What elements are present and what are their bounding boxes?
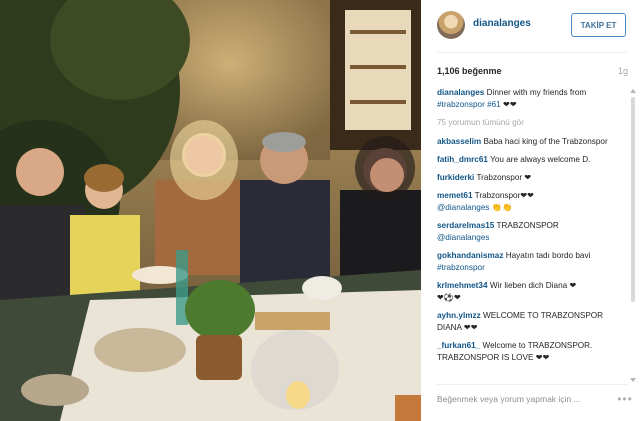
comment-item: fatih_dmrc61 You are always welcome D. <box>437 154 627 166</box>
header-divider <box>437 52 627 53</box>
comment-username[interactable]: akbasselim <box>437 137 481 146</box>
post-header: dianalanges TAKİP ET <box>421 0 640 52</box>
avatar[interactable] <box>437 11 465 39</box>
comment-item: memet61 Trabzonspor❤❤ @dianalanges 👏👏 <box>437 190 627 214</box>
comment-username[interactable]: serdarelmas15 <box>437 221 494 230</box>
author-username[interactable]: dianalanges <box>473 18 531 29</box>
comment-username[interactable]: memet61 <box>437 191 473 200</box>
comment-item: krlmehmet34 Wir lieben dich Diana ❤ ❤⚽❤ <box>437 280 627 304</box>
comment-feed: dianalanges Dinner with my friends from … <box>437 87 627 384</box>
post-sidebar: dianalanges TAKİP ET 1,106 beğenme 1g di… <box>421 0 640 421</box>
post-photo <box>0 0 421 421</box>
footer-divider <box>437 384 627 385</box>
comment-username[interactable]: gokhandanismaz <box>437 251 503 260</box>
comment-item: akbasselim Baba haci king of the Trabzon… <box>437 136 627 148</box>
comment-item: gokhandanismaz Hayatın tadı bordo bavi #… <box>437 250 627 274</box>
comment-text: Trabzonspor ❤ <box>476 173 532 182</box>
caption-hearts: ❤❤ <box>503 100 517 109</box>
scroll-up-icon[interactable] <box>630 89 636 93</box>
caption-username[interactable]: dianalanges <box>437 88 484 97</box>
comment-username[interactable]: _furkan61_ <box>437 341 480 350</box>
comment-mention[interactable]: @dianalanges <box>437 203 489 212</box>
comment-item: _furkan61_ Welcome to TRABZONSPOR. TRABZ… <box>437 340 627 364</box>
comment-hashtag[interactable]: #trabzonspor <box>437 263 485 272</box>
more-options-icon[interactable]: ••• <box>617 390 633 408</box>
comment-username[interactable]: fatih_dmrc61 <box>437 155 488 164</box>
scroll-thumb[interactable] <box>631 97 635 302</box>
caption-text: Dinner with my friends from <box>486 88 587 97</box>
dinner-photo-image <box>0 0 421 421</box>
comment-text: TRABZONSPOR <box>496 221 559 230</box>
comment-username[interactable]: ayhn.ylmzz <box>437 311 481 320</box>
comment-text: Hayatın tadı bordo bavi <box>505 251 591 260</box>
comment-extra: ❤⚽❤ <box>437 293 461 302</box>
comment-extra: 👏👏 <box>491 203 513 212</box>
comment-item: serdarelmas15 TRABZONSPOR @dianalanges <box>437 220 627 244</box>
post-age[interactable]: 1g <box>618 66 628 76</box>
comment-input[interactable]: Beğenmek veya yorum yapmak için ... <box>437 390 617 408</box>
comment-item: furkiderki Trabzonspor ❤ <box>437 172 627 184</box>
comment-scrollbar[interactable] <box>630 87 636 384</box>
comment-username[interactable]: furkiderki <box>437 173 474 182</box>
caption: dianalanges Dinner with my friends from … <box>437 87 627 111</box>
comment-text: Baba haci king of the Trabzonspor <box>483 137 608 146</box>
scroll-down-icon[interactable] <box>630 378 636 382</box>
comment-mention[interactable]: @dianalanges <box>437 233 489 242</box>
comment-username[interactable]: krlmehmet34 <box>437 281 488 290</box>
follow-button[interactable]: TAKİP ET <box>571 13 626 37</box>
like-count[interactable]: 1,106 beğenme <box>437 66 502 76</box>
view-all-comments-link[interactable]: 75 yorumun tümünü gör <box>437 117 627 129</box>
comment-text: Wir lieben dich Diana ❤ <box>489 281 577 290</box>
comment-item: ayhn.ylmzz WELCOME TO TRABZONSPOR DIANA … <box>437 310 627 334</box>
comment-text: Trabzonspor❤❤ <box>474 191 535 200</box>
comment-text: You are always welcome D. <box>490 155 591 164</box>
caption-hashtags[interactable]: #trabzonspor #61 <box>437 100 501 109</box>
